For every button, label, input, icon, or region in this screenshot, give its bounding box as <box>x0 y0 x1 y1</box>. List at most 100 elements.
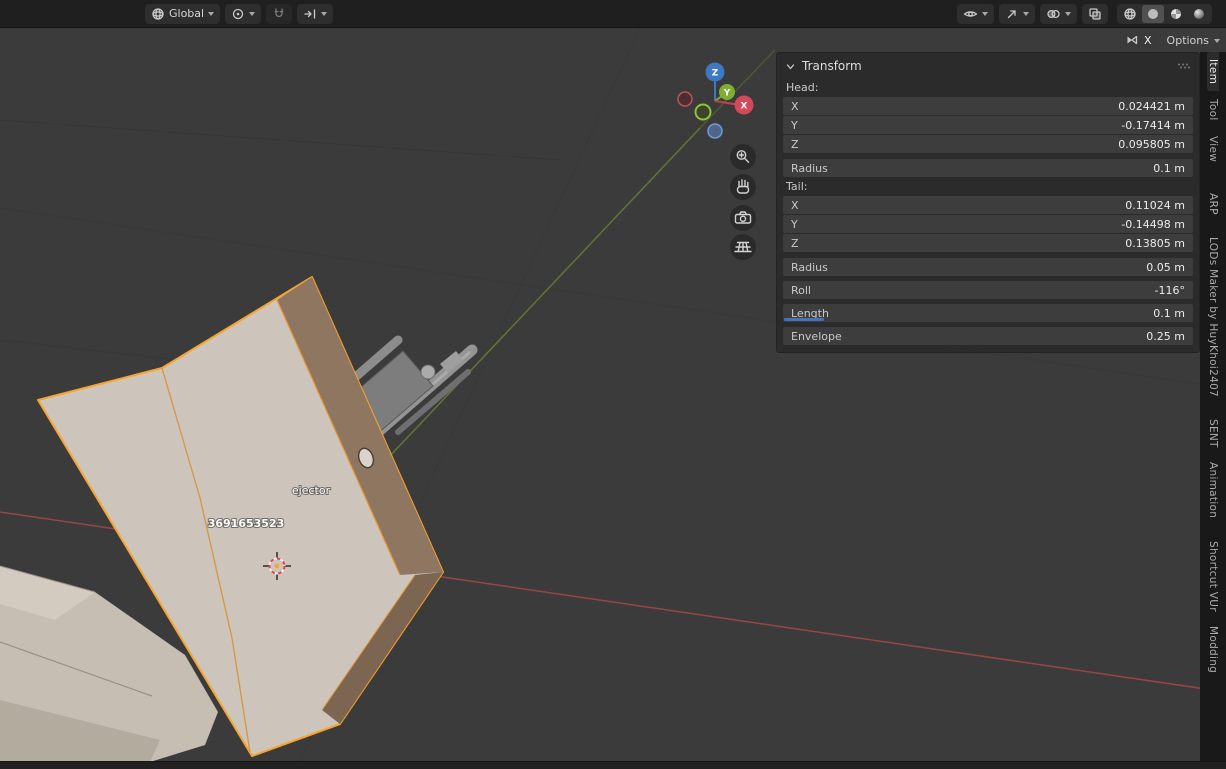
tail-section-label: Tail: <box>786 180 1190 193</box>
field-label: Z <box>791 237 799 250</box>
viewport-header: Global <box>0 0 1226 28</box>
field-value: 0.05 m <box>1146 261 1185 274</box>
options-dropdown[interactable]: Options <box>1167 34 1220 47</box>
field-value: -0.14498 m <box>1121 218 1185 231</box>
perspective-grid-button[interactable] <box>730 234 756 260</box>
field-label: Z <box>791 138 799 151</box>
shading-wireframe-button[interactable] <box>1119 5 1141 23</box>
pan-hand-button[interactable] <box>730 174 756 200</box>
snap-toggle-button[interactable] <box>266 4 292 24</box>
field-value: 0.024421 m <box>1118 100 1185 113</box>
field-label: Envelope <box>791 330 842 343</box>
gizmo-pos-z-ball[interactable]: Z <box>706 63 725 82</box>
tab-lods-maker[interactable]: LODs Maker by HuyKhoi2407 <box>1207 230 1219 404</box>
camera-view-button[interactable] <box>730 205 756 231</box>
field-value: 0.13805 m <box>1125 237 1185 250</box>
shading-rendered-button[interactable] <box>1188 5 1210 23</box>
head-section-label: Head: <box>786 81 1190 94</box>
shading-solid-button[interactable] <box>1142 5 1164 23</box>
field-length[interactable]: Length 0.1 m <box>783 304 1193 322</box>
chevron-down-icon <box>982 12 988 16</box>
gizmo-neg-y-ball[interactable] <box>696 105 711 120</box>
magnet-icon <box>272 7 286 21</box>
gizmo-neg-z-ball[interactable] <box>708 124 722 138</box>
shading-material-button[interactable] <box>1165 5 1187 23</box>
tab-tool[interactable]: Tool <box>1207 92 1219 128</box>
field-label: Radius <box>791 162 828 175</box>
field-head-y[interactable]: Y -0.17414 m <box>783 116 1193 134</box>
status-bar <box>0 761 1226 769</box>
field-label: Y <box>791 119 798 132</box>
field-envelope[interactable]: Envelope 0.25 m <box>783 327 1193 345</box>
solid-sphere-icon <box>1146 7 1160 21</box>
zoom-button[interactable] <box>730 144 756 170</box>
tool-settings-row: X Options <box>1119 31 1220 49</box>
chevron-down-icon <box>321 12 327 16</box>
viewport-nav-buttons <box>730 144 756 260</box>
bone-id-label: 3691653523 <box>208 517 285 530</box>
object-visibility-dropdown[interactable] <box>957 4 994 24</box>
field-tail-y[interactable]: Y -0.14498 m <box>783 215 1193 233</box>
mirror-icon <box>1125 33 1139 47</box>
gizmos-dropdown[interactable] <box>999 4 1035 24</box>
field-value: -116° <box>1155 284 1185 297</box>
tab-item[interactable]: Item <box>1207 52 1219 91</box>
orientation-label: Global <box>169 7 204 20</box>
options-label: Options <box>1167 34 1209 47</box>
field-roll[interactable]: Roll -116° <box>783 281 1193 299</box>
field-value: 0.1 m <box>1153 307 1185 320</box>
gizmo-pos-x-ball[interactable]: X <box>735 96 754 115</box>
field-head-x[interactable]: X 0.024421 m <box>783 97 1193 115</box>
overlays-icon <box>1046 7 1061 21</box>
field-value: 0.11024 m <box>1125 199 1185 212</box>
field-label: Radius <box>791 261 828 274</box>
globe-icon <box>151 7 165 21</box>
field-label: X <box>791 199 799 212</box>
eye-icon <box>963 7 978 21</box>
chevron-down-icon <box>1023 12 1029 16</box>
chevron-down-icon <box>1214 39 1220 43</box>
pivot-point-icon <box>231 7 245 21</box>
shading-mode-group <box>1117 4 1212 24</box>
tab-modding[interactable]: Modding <box>1207 619 1219 680</box>
tab-animation[interactable]: Animation <box>1207 455 1219 525</box>
axis-y-line <box>388 50 775 458</box>
tab-arp[interactable]: ARP <box>1207 186 1219 222</box>
field-value: 0.1 m <box>1153 162 1185 175</box>
field-head-z[interactable]: Z 0.095805 m <box>783 135 1193 153</box>
xray-toggle-button[interactable] <box>1082 4 1108 24</box>
field-tail-z[interactable]: Z 0.13805 m <box>783 234 1193 252</box>
sidebar-tab-strip: Item Tool View ARP LODs Maker by HuyKhoi… <box>1200 52 1226 762</box>
overlays-dropdown[interactable] <box>1040 4 1077 24</box>
panel-header[interactable]: Transform <box>777 53 1199 78</box>
length-slider-fill <box>784 318 824 321</box>
field-value: 0.25 m <box>1146 330 1185 343</box>
pivot-point-dropdown[interactable] <box>225 4 261 24</box>
tab-shortcut-vur[interactable]: Shortcut VUr <box>1207 534 1219 619</box>
chevron-down-icon <box>208 12 214 16</box>
field-tail-radius[interactable]: Radius 0.05 m <box>783 258 1193 276</box>
tab-sent[interactable]: SENT <box>1207 412 1219 455</box>
object-name-label: ejector <box>292 484 331 497</box>
chevron-down-icon <box>1065 12 1071 16</box>
field-tail-x[interactable]: X 0.11024 m <box>783 196 1193 214</box>
svg-text:Y: Y <box>723 89 731 99</box>
gizmo-pos-y-ball[interactable]: Y <box>719 84 735 100</box>
snap-settings-dropdown[interactable] <box>297 4 333 24</box>
navigation-gizmo[interactable]: Z Y X <box>678 63 754 139</box>
transform-orientation-dropdown[interactable]: Global <box>145 4 220 24</box>
field-head-radius[interactable]: Radius 0.1 m <box>783 159 1193 177</box>
sidebar-transform-panel: Transform Head: X 0.024421 m Y -0.17414 … <box>776 52 1200 353</box>
mirror-x-toggle[interactable]: X <box>1119 31 1158 49</box>
tab-view[interactable]: View <box>1207 129 1219 169</box>
viewport-3d[interactable]: ejector 3691653523 Z Y <box>0 28 1226 762</box>
panel-grip-icon[interactable] <box>1177 62 1191 70</box>
wireframe-sphere-icon <box>1123 7 1137 21</box>
panel-title: Transform <box>802 59 862 73</box>
field-value: -0.17414 m <box>1121 119 1185 132</box>
blender-window: Global <box>0 0 1226 769</box>
rendered-sphere-icon <box>1192 7 1206 21</box>
gizmo-arrow-icon <box>1005 7 1019 21</box>
gizmo-neg-x-ball[interactable] <box>678 92 692 106</box>
snap-target-icon <box>303 7 317 21</box>
